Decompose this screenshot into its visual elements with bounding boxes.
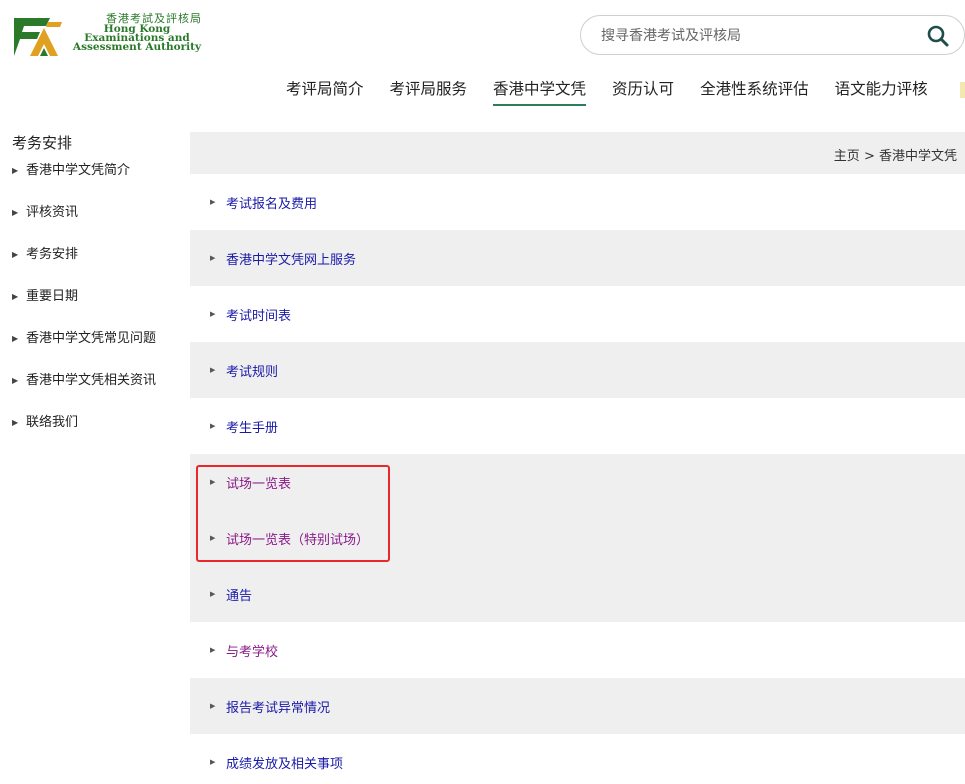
logo-text: 香港考試及評核局 Hong Kong Examinations and Asse… — [72, 12, 202, 52]
nav-item-tsa[interactable]: 全港性系统评估 — [700, 78, 809, 108]
triangle-right-icon: ▶ — [12, 250, 19, 259]
triangle-right-icon: ▶ — [210, 534, 216, 542]
triangle-right-icon: ▶ — [12, 208, 19, 217]
sidebar-item-label: 香港中学文凭常见问题 — [26, 331, 157, 346]
link-exam-registration[interactable]: 考试报名及费用 — [226, 193, 317, 212]
nav-item-about[interactable]: 考评局简介 — [286, 78, 364, 108]
nav-item-recognition[interactable]: 资历认可 — [612, 78, 674, 108]
triangle-right-icon: ▶ — [12, 376, 19, 385]
link-exam-regulations[interactable]: 考试规则 — [226, 361, 278, 380]
sidebar-item-label: 香港中学文凭相关资讯 — [26, 373, 157, 388]
sidebar-item-contact-us[interactable]: ▶ 联络我们 — [12, 412, 182, 454]
triangle-right-icon: ▶ — [210, 478, 216, 486]
content-link-list: ▶ 考试报名及费用 ▶ 香港中学文凭网上服务 ▶ 考试时间表 ▶ 考试规则 ▶ 考生手册 … — [190, 174, 965, 784]
search-input[interactable] — [601, 25, 901, 47]
nav-item-lpat[interactable]: 语文能力评核 — [835, 78, 928, 108]
nav-overflow-item[interactable] — [960, 82, 965, 98]
sidebar-item-key-dates[interactable]: ▶ 重要日期 — [12, 286, 182, 328]
breadcrumb-current: 香港中学文凭 — [878, 149, 957, 164]
link-candidate-handbook[interactable]: 考生手册 — [226, 417, 278, 436]
link-participating-schools[interactable]: 与考学校 — [226, 641, 278, 660]
link-report-irregularities[interactable]: 报告考试异常情况 — [226, 697, 330, 716]
list-item: ▶ 香港中学文凭网上服务 — [190, 230, 965, 286]
triangle-right-icon: ▶ — [12, 292, 19, 301]
list-item: ▶ 考试时间表 — [190, 286, 965, 342]
list-item: ▶ 试场一览表 — [190, 454, 965, 510]
list-item: ▶ 成绩发放及相关事项 — [190, 734, 965, 784]
triangle-right-icon: ▶ — [210, 422, 216, 430]
sidebar: 考务安排 ▶ 香港中学文凭简介 ▶ 评核资讯 ▶ 考务安排 ▶ 重要日期 ▶ 香港中学文凭… — [12, 130, 182, 454]
link-online-services[interactable]: 香港中学文凭网上服务 — [226, 249, 356, 268]
hkeaa-logo[interactable]: 香港考試及評核局 Hong Kong Examinations and Asse… — [10, 10, 202, 64]
logo-english-line-3: Assessment Authority — [72, 41, 202, 53]
sidebar-item-related-info[interactable]: ▶ 香港中学文凭相关资讯 — [12, 370, 182, 412]
list-item: ▶ 考试规则 — [190, 342, 965, 398]
sidebar-item-exam-administration[interactable]: ▶ 考务安排 — [12, 244, 182, 286]
triangle-right-icon: ▶ — [210, 310, 216, 318]
breadcrumb-separator: > — [863, 149, 875, 164]
triangle-right-icon: ▶ — [210, 758, 216, 766]
sidebar-item-faq[interactable]: ▶ 香港中学文凭常见问题 — [12, 328, 182, 370]
list-item: ▶ 考试报名及费用 — [190, 174, 965, 230]
sidebar-title: 考务安排 — [12, 134, 73, 152]
sidebar-item-label: 评核资讯 — [26, 205, 79, 220]
link-notices[interactable]: 通告 — [226, 585, 252, 604]
breadcrumb: 主页 > 香港中学文凭 — [834, 145, 957, 164]
sidebar-item-hkdse-intro[interactable]: ▶ 香港中学文凭简介 — [12, 160, 182, 202]
link-results-release[interactable]: 成绩发放及相关事项 — [226, 753, 343, 772]
triangle-right-icon: ▶ — [12, 418, 19, 427]
list-item: ▶ 试场一览表（特别试场） — [190, 510, 965, 566]
link-special-exam-centre-list[interactable]: 试场一览表（特别试场） — [226, 529, 369, 548]
sidebar-item-label: 香港中学文凭简介 — [26, 163, 131, 178]
main-navigation: 考评局简介 考评局服务 香港中学文凭 资历认可 全港性系统评估 语文能力评核 — [286, 78, 954, 108]
search-icon[interactable] — [926, 24, 950, 48]
triangle-right-icon: ▶ — [210, 590, 216, 598]
triangle-right-icon: ▶ — [210, 646, 216, 654]
hkeaa-logo-mark-icon — [14, 18, 62, 56]
list-item: ▶ 通告 — [190, 566, 965, 622]
list-item: ▶ 报告考试异常情况 — [190, 678, 965, 734]
triangle-right-icon: ▶ — [210, 198, 216, 206]
sidebar-item-assessment-info[interactable]: ▶ 评核资讯 — [12, 202, 182, 244]
breadcrumb-bar: 主页 > 香港中学文凭 — [190, 132, 965, 174]
sidebar-item-label: 联络我们 — [26, 415, 79, 430]
nav-item-hkdse[interactable]: 香港中学文凭 — [493, 78, 587, 108]
sidebar-item-label: 重要日期 — [26, 289, 79, 304]
list-item: ▶ 与考学校 — [190, 622, 965, 678]
list-item: ▶ 考生手册 — [190, 398, 965, 454]
triangle-right-icon: ▶ — [12, 334, 19, 343]
link-exam-centre-list[interactable]: 试场一览表 — [226, 473, 291, 492]
breadcrumb-home-link[interactable]: 主页 — [834, 149, 860, 164]
triangle-right-icon: ▶ — [210, 366, 216, 374]
site-search — [580, 15, 965, 55]
triangle-right-icon: ▶ — [12, 166, 19, 175]
triangle-right-icon: ▶ — [210, 254, 216, 262]
sidebar-item-label: 考务安排 — [26, 247, 79, 262]
triangle-right-icon: ▶ — [210, 702, 216, 710]
nav-item-services[interactable]: 考评局服务 — [390, 78, 468, 108]
link-exam-timetable[interactable]: 考试时间表 — [226, 305, 291, 324]
sidebar-list: ▶ 香港中学文凭简介 ▶ 评核资讯 ▶ 考务安排 ▶ 重要日期 ▶ 香港中学文凭常见问题 … — [12, 160, 182, 454]
